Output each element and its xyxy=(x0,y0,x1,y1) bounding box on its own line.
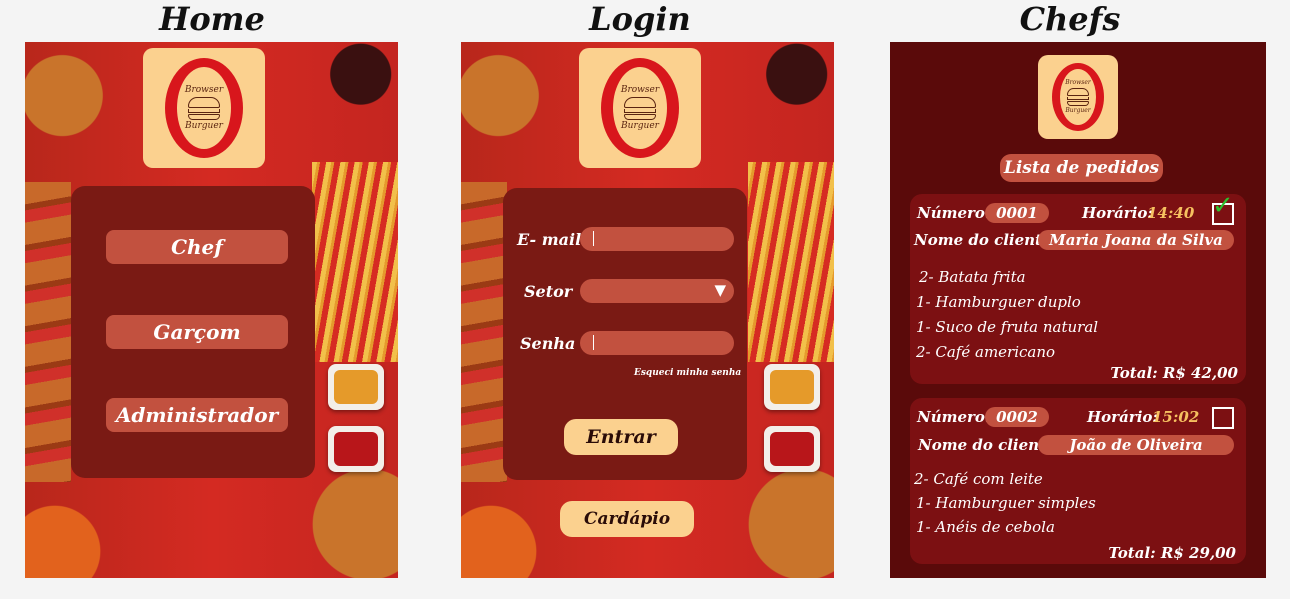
logo-text-bottom: Burguer xyxy=(1065,107,1091,114)
order-item: 2- Café americano xyxy=(916,343,1056,361)
burger-icon xyxy=(187,96,221,120)
logo-text-top: Browser xyxy=(184,84,224,95)
app-logo: Browser Burguer xyxy=(143,48,265,168)
potato-wedges-image xyxy=(25,182,71,482)
order-number: 0001 xyxy=(985,203,1049,223)
order-card: Número: 0002 Horário: 15:02 Nome do clie… xyxy=(910,398,1246,564)
order-time: 15:02 xyxy=(1152,408,1200,426)
fries-image xyxy=(312,162,398,362)
client-name-label: Nome do cliente: xyxy=(914,231,1058,249)
menu-button[interactable]: Cardápio xyxy=(560,501,694,537)
app-logo: Browser Burguer xyxy=(579,48,701,168)
app-logo: Browser Burguer xyxy=(1038,55,1118,139)
order-number-label: Número: xyxy=(917,408,991,426)
checkmark-icon: ✓ xyxy=(1212,191,1234,221)
order-total: Total: R$ 29,00 xyxy=(1108,544,1236,562)
fries-image xyxy=(748,162,834,362)
login-panel: E- mail Setor ▼ Senha Esqueci minha senh… xyxy=(503,188,747,480)
cheddar-sauce-image xyxy=(764,364,820,410)
login-screen-title: Login xyxy=(589,0,691,38)
order-total: Total: R$ 42,00 xyxy=(1110,364,1238,382)
order-item: 1- Hamburguer duplo xyxy=(916,293,1081,311)
order-time-label: Horário: xyxy=(1082,204,1153,222)
login-screen: Browser Burguer E- mail Setor ▼ Senha Es… xyxy=(461,42,834,578)
role-select-panel: Chef Garçom Administrador xyxy=(71,186,315,478)
logo-text-top: Browser xyxy=(1065,79,1091,86)
order-item: 1- Anéis de cebola xyxy=(916,518,1055,536)
burger-icon xyxy=(623,96,657,120)
order-item: 1- Hamburguer simples xyxy=(916,494,1096,512)
password-label: Senha xyxy=(520,334,576,353)
chefs-screen: Browser Burguer Lista de pedidos Número:… xyxy=(890,42,1266,578)
logo-text-bottom: Burguer xyxy=(185,120,223,131)
text-cursor xyxy=(593,231,594,246)
login-button[interactable]: Entrar xyxy=(564,419,678,455)
order-item: 2- Café com leite xyxy=(914,470,1043,488)
chevron-down-icon: ▼ xyxy=(714,281,726,299)
logo-text-top: Browser xyxy=(620,84,660,95)
cheddar-sauce-image xyxy=(328,364,384,410)
orders-list-title: Lista de pedidos xyxy=(1000,154,1163,182)
forgot-password-link[interactable]: Esqueci minha senha xyxy=(634,368,741,378)
chefs-screen-title: Chefs xyxy=(1019,0,1121,38)
client-name: João de Oliveira xyxy=(1038,435,1234,455)
chef-button[interactable]: Chef xyxy=(106,230,288,264)
order-time: 14:40 xyxy=(1147,204,1195,222)
sector-select[interactable]: ▼ xyxy=(580,279,734,303)
burger-icon xyxy=(1067,88,1089,106)
waiter-button[interactable]: Garçom xyxy=(106,315,288,349)
logo-text-bottom: Burguer xyxy=(621,120,659,131)
order-number-label: Número: xyxy=(917,204,991,222)
text-cursor xyxy=(593,335,594,350)
email-field[interactable] xyxy=(580,227,734,251)
ketchup-sauce-image xyxy=(764,426,820,472)
sector-label: Setor xyxy=(524,282,573,301)
order-item: 2- Batata frita xyxy=(919,268,1026,286)
home-screen-title: Home xyxy=(159,0,265,38)
order-done-checkbox[interactable]: ✓ xyxy=(1212,191,1234,225)
home-screen: Browser Burguer Chef Garçom Administrado… xyxy=(25,42,398,578)
email-label: E- mail xyxy=(517,230,582,249)
ketchup-sauce-image xyxy=(328,426,384,472)
order-number: 0002 xyxy=(985,407,1049,427)
admin-button[interactable]: Administrador xyxy=(106,398,288,432)
order-done-checkbox[interactable] xyxy=(1212,407,1234,429)
password-field[interactable] xyxy=(580,331,734,355)
order-time-label: Horário: xyxy=(1087,408,1158,426)
client-name: Maria Joana da Silva xyxy=(1038,230,1234,250)
order-card: Número: 0001 Horário: 14:40 ✓ Nome do cl… xyxy=(910,191,1246,384)
order-item: 1- Suco de fruta natural xyxy=(916,318,1099,336)
potato-wedges-image xyxy=(461,182,507,482)
